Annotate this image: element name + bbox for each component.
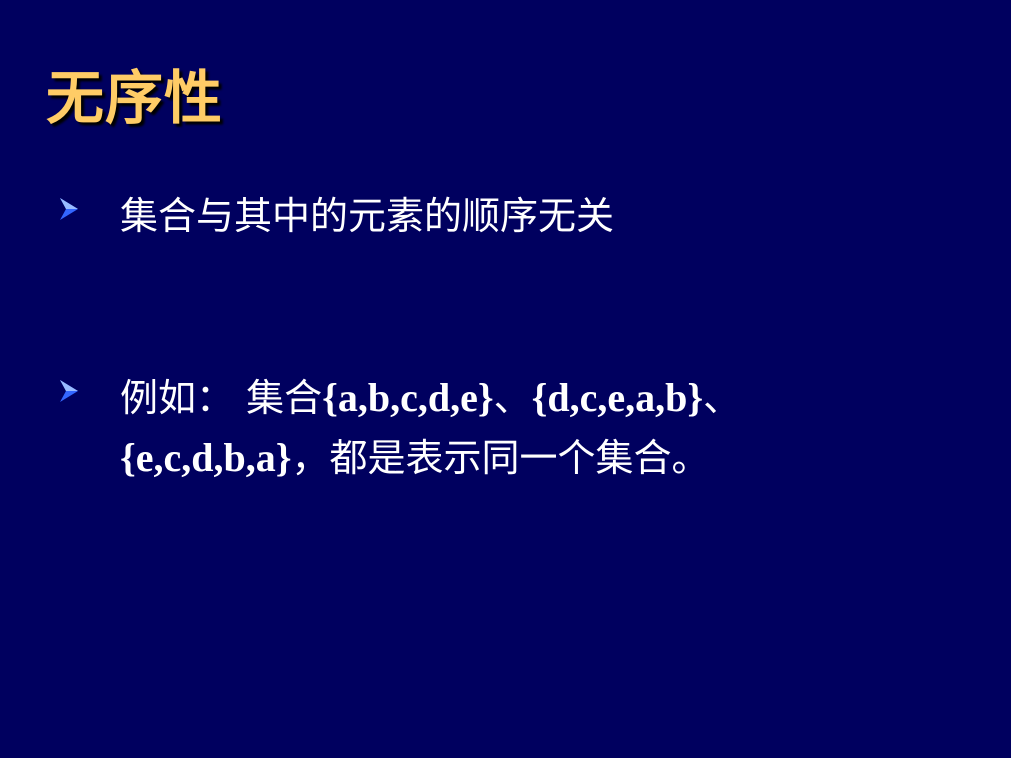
bullet-text-1: 集合与其中的元素的顺序无关 [120, 194, 615, 238]
arrow-bullet-icon [60, 380, 78, 402]
set-1: {a,b,c,d,e} [322, 375, 494, 420]
set-2: {d,c,e,a,b} [531, 375, 704, 420]
arrow-bullet-icon [60, 198, 78, 220]
example-prefix: 例如： 集合 [120, 376, 323, 420]
separator-2: 、 [703, 376, 742, 420]
bullet-text-2: 例如： 集合{a,b,c,d,e}、{d,c,e,a,b}、 {e,c,d,b,a… [120, 368, 940, 488]
slide-title: 无序性 [46, 64, 224, 132]
slide: 无序性 集合与其中的元素的顺序无关 例如： 集合{a,b,c,d,e}、{d,c… [0, 0, 1011, 758]
set-3: {e,c,d,b,a} [120, 435, 292, 480]
example-suffix: ，都是表示同一个集合。 [291, 436, 710, 480]
separator-1: 、 [493, 376, 532, 420]
bullet-item-1: 集合与其中的元素的顺序无关 [58, 186, 614, 246]
bullet-item-2: 例如： 集合{a,b,c,d,e}、{d,c,e,a,b}、 {e,c,d,b,a… [58, 368, 940, 488]
